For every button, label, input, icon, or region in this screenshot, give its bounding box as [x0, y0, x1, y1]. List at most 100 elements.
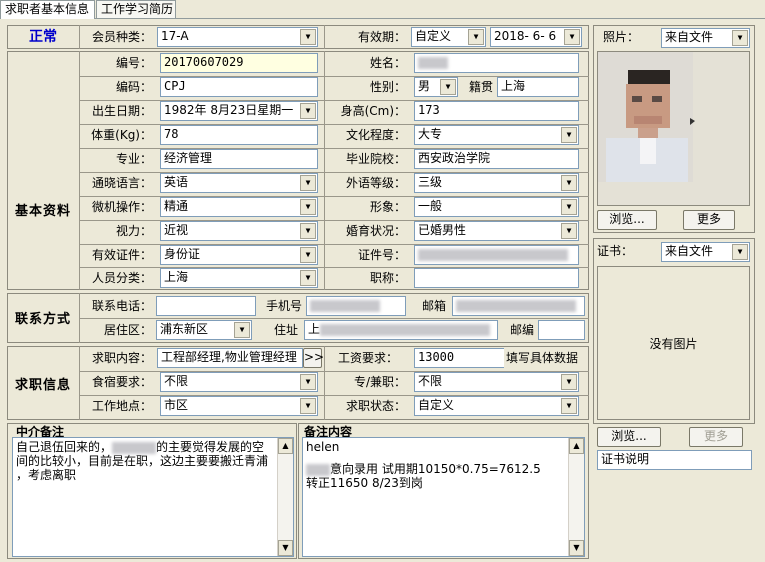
marital-select[interactable]: 已婚男性 ▼: [414, 221, 579, 241]
chevron-down-icon[interactable]: ▼: [300, 223, 316, 239]
chevron-down-icon[interactable]: ▼: [300, 270, 316, 286]
major-label: 专业：: [115, 152, 152, 166]
code-label: 编码：: [115, 80, 152, 94]
chevron-down-icon[interactable]: ▼: [300, 29, 316, 45]
portrait-photo: [598, 52, 695, 182]
certificate-description-field[interactable]: 证书说明: [597, 450, 752, 470]
chevron-down-icon[interactable]: ▼: [300, 374, 316, 390]
chevron-down-icon[interactable]: ▼: [300, 175, 316, 191]
parttime-label: 专/兼职：: [353, 375, 406, 389]
code-field[interactable]: CPJ: [160, 77, 318, 97]
member-type-select[interactable]: 17-A ▼: [157, 27, 318, 47]
triangle-down-icon[interactable]: ▼: [278, 540, 293, 556]
chevron-down-icon[interactable]: ▼: [561, 199, 577, 215]
certificate-image-frame: 没有图片: [597, 266, 750, 420]
email-label: 邮箱: [421, 299, 446, 313]
chevron-down-icon[interactable]: ▼: [732, 30, 748, 46]
vision-select[interactable]: 近视 ▼: [160, 221, 318, 241]
name-field[interactable]: [414, 53, 579, 73]
chevron-down-icon[interactable]: ▼: [300, 247, 316, 263]
status-badge: 正常: [29, 29, 57, 45]
image-select[interactable]: 一般 ▼: [414, 197, 579, 217]
tab-basic-info[interactable]: 求职者基本信息: [0, 0, 95, 19]
no-image-text: 没有图片: [649, 337, 698, 351]
email-field[interactable]: [452, 296, 585, 316]
photo-more-button[interactable]: 更多: [683, 210, 735, 230]
mobile-field[interactable]: [306, 296, 406, 316]
school-field[interactable]: 西安政治学院: [414, 149, 579, 169]
chevron-down-icon[interactable]: ▼: [732, 244, 748, 260]
certificate-source-select[interactable]: 来自文件 ▼: [661, 242, 750, 262]
cert-type-select[interactable]: 身份证 ▼: [160, 245, 318, 265]
id-field[interactable]: 20170607029: [160, 53, 318, 73]
chevron-down-icon[interactable]: ▼: [561, 223, 577, 239]
language-label: 通晓语言：: [91, 176, 152, 190]
native-field[interactable]: 上海: [497, 77, 579, 97]
gender-label: 性别：: [369, 80, 406, 94]
job-section-label: 求职信息: [14, 378, 71, 393]
salary-note: 填写具体数据: [506, 351, 579, 365]
phone-field[interactable]: [156, 296, 256, 316]
chevron-down-icon[interactable]: ▼: [300, 199, 316, 215]
agent-notes-scrollbar[interactable]: ▲ ▼: [277, 438, 293, 556]
cert-no-field[interactable]: [414, 245, 579, 265]
triangle-down-icon[interactable]: ▼: [569, 540, 584, 556]
category-label: 人员分类：: [91, 271, 152, 285]
chevron-down-icon[interactable]: ▼: [300, 398, 316, 414]
chevron-down-icon[interactable]: ▼: [561, 127, 577, 143]
chevron-down-icon[interactable]: ▼: [561, 175, 577, 191]
height-label: 身高(Cm)：: [340, 104, 406, 118]
gender-select[interactable]: 男 ▼: [414, 77, 458, 97]
category-select[interactable]: 上海 ▼: [160, 268, 318, 288]
mobile-label: 手机号: [265, 299, 302, 313]
chevron-down-icon[interactable]: ▼: [468, 29, 484, 45]
chevron-down-icon[interactable]: ▼: [564, 29, 580, 45]
salary-field[interactable]: 13000: [414, 348, 504, 368]
weight-field[interactable]: 78: [160, 125, 318, 145]
address-field[interactable]: 上: [304, 320, 498, 340]
certificate-browse-button[interactable]: 浏览...: [597, 427, 661, 447]
tab-work-resume[interactable]: 工作学习简历: [96, 0, 176, 18]
triangle-up-icon[interactable]: ▲: [569, 438, 584, 454]
district-label: 居住区：: [103, 323, 152, 337]
chevron-down-icon[interactable]: ▼: [234, 322, 250, 338]
validity-mode-select[interactable]: 自定义 ▼: [411, 27, 486, 47]
major-field[interactable]: 经济管理: [160, 149, 318, 169]
tab-underline: [0, 18, 765, 19]
certificate-more-button[interactable]: 更多: [689, 427, 743, 447]
photo-source-select[interactable]: 来自文件 ▼: [661, 28, 750, 48]
location-select[interactable]: 市区 ▼: [160, 396, 318, 416]
chevron-down-icon[interactable]: ▼: [561, 398, 577, 414]
birth-label: 出生日期：: [91, 104, 152, 118]
district-select[interactable]: 浦东新区 ▼: [156, 320, 252, 340]
remark-scrollbar[interactable]: ▲ ▼: [568, 438, 584, 556]
agent-notes-textarea[interactable]: 自己退伍回来的， 的主要觉得发展的空 间的比较小，目前是在职，这边主要要搬迁青浦 …: [12, 437, 294, 557]
job-target-more-button[interactable]: >>: [303, 348, 324, 368]
job-target-field[interactable]: 工程部经理,物业管理经理: [157, 348, 303, 368]
parttime-select[interactable]: 不限 ▼: [414, 372, 579, 392]
photo-browse-button[interactable]: 浏览...: [597, 210, 657, 230]
vision-label: 视力：: [115, 224, 152, 238]
computer-skill-select[interactable]: 精通 ▼: [160, 197, 318, 217]
postcode-label: 邮编: [509, 323, 534, 337]
title-field[interactable]: [414, 268, 579, 288]
board-label: 食宿要求：: [91, 375, 152, 389]
remark-textarea[interactable]: helen 意向录用 试用期10150*0.75=7612.5 转正11650 …: [302, 437, 585, 557]
chevron-down-icon[interactable]: ▼: [300, 103, 316, 119]
language-select[interactable]: 英语 ▼: [160, 173, 318, 193]
member-type-label: 会员种类：: [91, 30, 152, 44]
board-select[interactable]: 不限 ▼: [160, 372, 318, 392]
language-level-select[interactable]: 三级 ▼: [414, 173, 579, 193]
postcode-field[interactable]: [538, 320, 585, 340]
birth-date-picker[interactable]: 1982年 8月23日星期一 ▼: [160, 101, 318, 121]
chevron-down-icon[interactable]: ▼: [561, 374, 577, 390]
triangle-up-icon[interactable]: ▲: [278, 438, 293, 454]
chevron-down-icon[interactable]: ▼: [440, 79, 456, 95]
education-select[interactable]: 大专 ▼: [414, 125, 579, 145]
job-status-select[interactable]: 自定义 ▼: [414, 396, 579, 416]
image-label: 形象：: [369, 200, 406, 214]
language-level-label: 外语等级：: [345, 176, 406, 190]
height-field[interactable]: 173: [414, 101, 579, 121]
validity-date-picker[interactable]: 2018- 6- 6 ▼: [490, 27, 582, 47]
id-label: 编号：: [115, 56, 152, 70]
